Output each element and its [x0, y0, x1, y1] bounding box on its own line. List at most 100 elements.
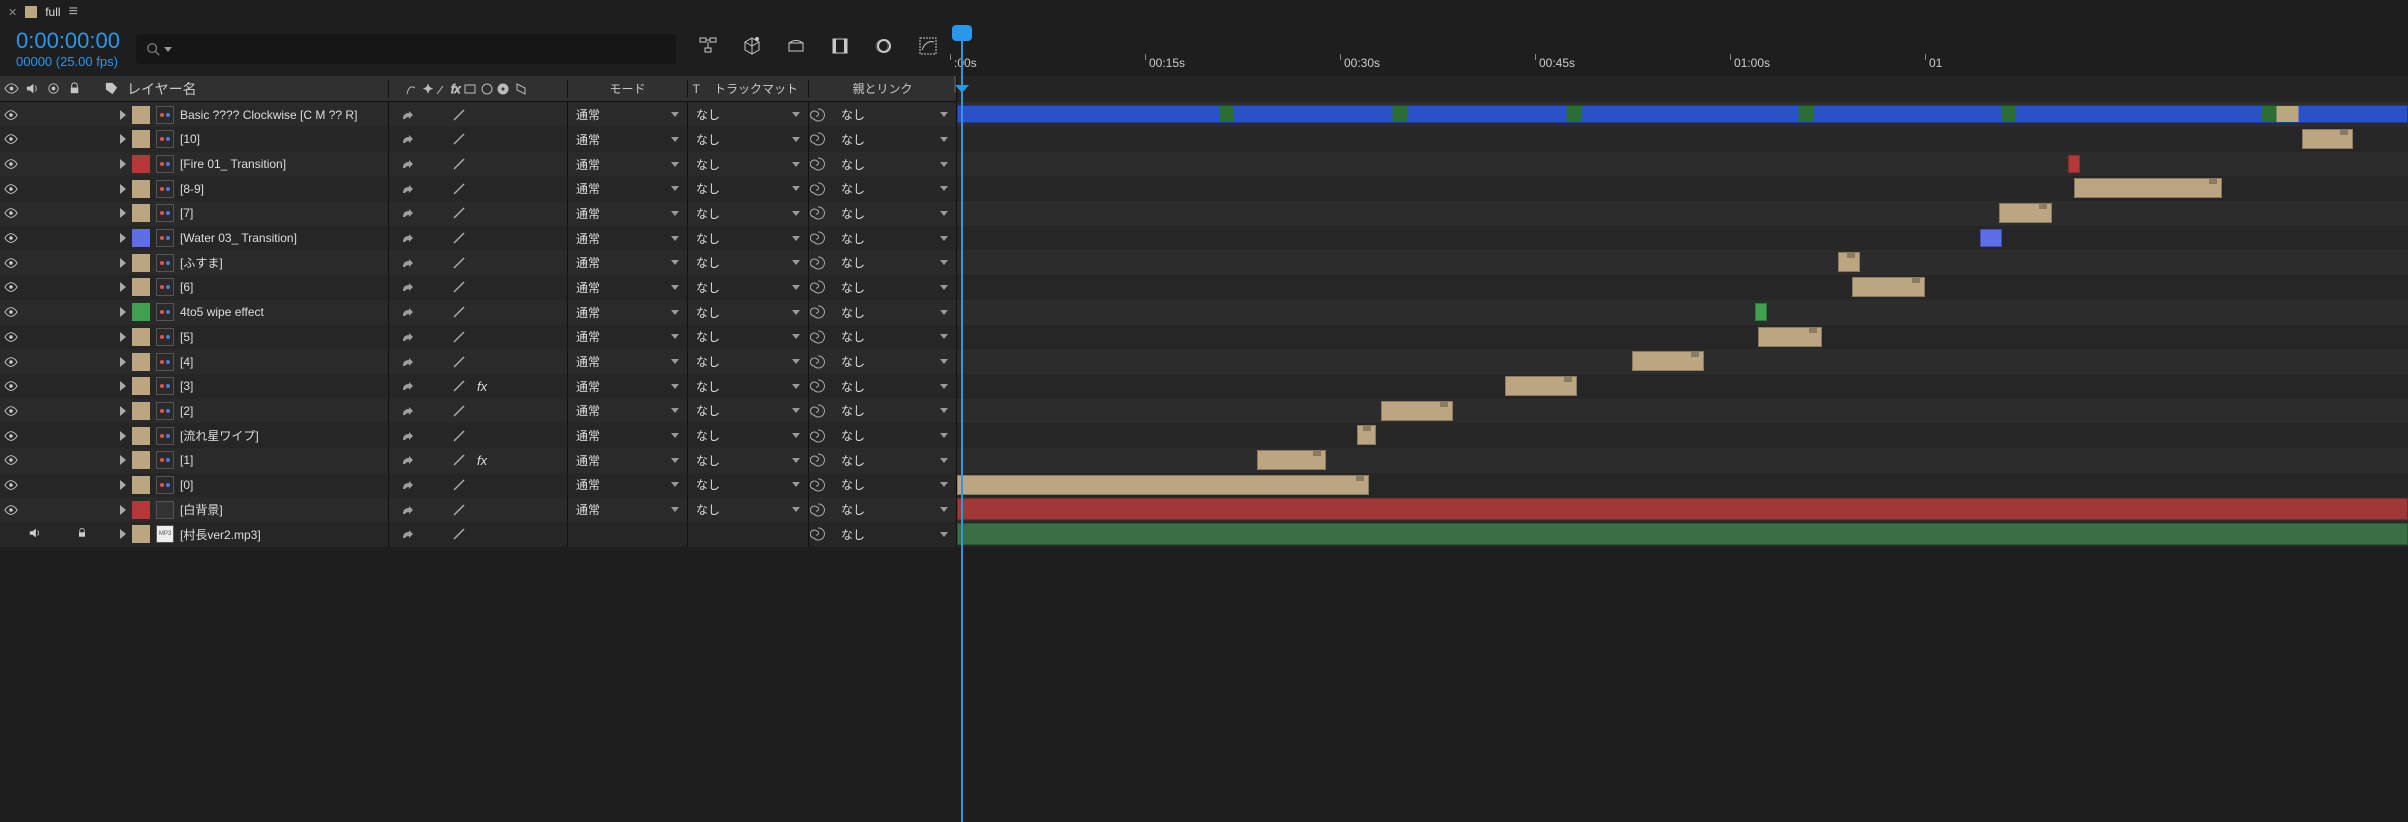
- track-matte-dropdown[interactable]: なし: [688, 449, 808, 471]
- pickwhip-icon[interactable]: [809, 180, 827, 198]
- track-matte-dropdown[interactable]: なし: [688, 301, 808, 323]
- pickwhip-icon[interactable]: [809, 451, 827, 469]
- eye-icon[interactable]: [4, 132, 18, 146]
- motion-blur-button[interactable]: [872, 34, 896, 58]
- quality-icon[interactable]: [451, 378, 467, 394]
- layer-name-text[interactable]: [7]: [180, 206, 193, 220]
- timeline-track[interactable]: [956, 127, 2408, 152]
- pickwhip-icon[interactable]: [809, 525, 827, 543]
- label-color-chip[interactable]: [132, 353, 150, 371]
- track-matte-dropdown[interactable]: なし: [688, 474, 808, 496]
- eye-icon[interactable]: [4, 429, 18, 443]
- track-matte-dropdown[interactable]: なし: [688, 227, 808, 249]
- current-timecode[interactable]: 0:00:00:00: [16, 28, 120, 54]
- track-matte-dropdown[interactable]: なし: [688, 252, 808, 274]
- parent-dropdown[interactable]: なし: [833, 252, 956, 274]
- twirl-icon[interactable]: [120, 134, 126, 144]
- graph-editor-button[interactable]: [916, 34, 940, 58]
- track-matte-dropdown[interactable]: なし: [688, 400, 808, 422]
- quality-icon[interactable]: [451, 205, 467, 221]
- layer-name-header[interactable]: レイヤー名: [127, 79, 197, 99]
- quality-icon[interactable]: [451, 526, 467, 542]
- label-color-chip[interactable]: [132, 180, 150, 198]
- quality-icon[interactable]: [451, 403, 467, 419]
- track-matte-dropdown[interactable]: なし: [688, 128, 808, 150]
- timeline-track[interactable]: [956, 176, 2408, 201]
- layer-name-text[interactable]: [白背景]: [180, 501, 223, 518]
- lock-icon[interactable]: [76, 527, 90, 541]
- t-column-header[interactable]: T: [693, 82, 700, 96]
- label-color-chip[interactable]: [132, 229, 150, 247]
- layer-name-text[interactable]: [4]: [180, 355, 193, 369]
- blend-mode-dropdown[interactable]: 通常: [568, 400, 687, 422]
- timeline-track[interactable]: [956, 275, 2408, 300]
- quality-icon[interactable]: [451, 156, 467, 172]
- layer-name-text[interactable]: [Fire 01_ Transition]: [180, 157, 286, 171]
- pickwhip-icon[interactable]: [809, 501, 827, 519]
- layer-row[interactable]: [3]fx通常なしなし: [0, 374, 2408, 399]
- pickwhip-icon[interactable]: [809, 427, 827, 445]
- eye-icon[interactable]: [4, 231, 18, 245]
- shy-icon[interactable]: [399, 354, 415, 370]
- layer-name-text[interactable]: [0]: [180, 478, 193, 492]
- blend-mode-dropdown[interactable]: 通常: [568, 104, 687, 126]
- blend-mode-dropdown[interactable]: 通常: [568, 202, 687, 224]
- eye-icon[interactable]: [4, 404, 18, 418]
- pickwhip-icon[interactable]: [809, 353, 827, 371]
- blend-mode-dropdown[interactable]: 通常: [568, 227, 687, 249]
- label-color-chip[interactable]: [132, 130, 150, 148]
- twirl-icon[interactable]: [120, 282, 126, 292]
- layer-row[interactable]: [0]通常なしなし: [0, 473, 2408, 498]
- pickwhip-icon[interactable]: [809, 402, 827, 420]
- shy-icon[interactable]: [399, 205, 415, 221]
- timeline-track[interactable]: [956, 349, 2408, 374]
- eye-icon[interactable]: [4, 478, 18, 492]
- twirl-icon[interactable]: [120, 431, 126, 441]
- track-matte-dropdown[interactable]: なし: [688, 178, 808, 200]
- layer-bar[interactable]: [2302, 129, 2353, 149]
- pickwhip-icon[interactable]: [809, 204, 827, 222]
- shy-icon[interactable]: [399, 452, 415, 468]
- parent-column-header[interactable]: 親とリンク: [852, 80, 912, 97]
- layer-bar[interactable]: [1381, 401, 1454, 421]
- parent-dropdown[interactable]: なし: [833, 276, 956, 298]
- twirl-icon[interactable]: [120, 258, 126, 268]
- quality-icon[interactable]: [451, 354, 467, 370]
- parent-dropdown[interactable]: なし: [833, 202, 956, 224]
- twirl-icon[interactable]: [120, 208, 126, 218]
- label-color-chip[interactable]: [132, 525, 150, 543]
- eye-icon[interactable]: [4, 182, 18, 196]
- eye-icon[interactable]: [4, 108, 18, 122]
- layer-row[interactable]: [7]通常なしなし: [0, 201, 2408, 226]
- twirl-icon[interactable]: [120, 480, 126, 490]
- twirl-icon[interactable]: [120, 307, 126, 317]
- layer-name-text[interactable]: [8-9]: [180, 182, 204, 196]
- pickwhip-icon[interactable]: [809, 278, 827, 296]
- label-color-chip[interactable]: [132, 377, 150, 395]
- blend-mode-dropdown[interactable]: 通常: [568, 252, 687, 274]
- shy-icon[interactable]: [399, 181, 415, 197]
- shy-icon[interactable]: [399, 428, 415, 444]
- pickwhip-icon[interactable]: [809, 229, 827, 247]
- layer-bar[interactable]: [1357, 425, 1376, 445]
- blend-mode-dropdown[interactable]: 通常: [568, 326, 687, 348]
- blend-mode-dropdown[interactable]: 通常: [568, 153, 687, 175]
- blend-mode-dropdown[interactable]: 通常: [568, 449, 687, 471]
- twirl-icon[interactable]: [120, 455, 126, 465]
- layer-name-text[interactable]: [ふすま]: [180, 254, 223, 271]
- parent-dropdown[interactable]: なし: [833, 104, 956, 126]
- frame-blend-button[interactable]: [828, 34, 852, 58]
- layer-name-text[interactable]: [2]: [180, 404, 193, 418]
- shy-icon[interactable]: [399, 378, 415, 394]
- pickwhip-icon[interactable]: [809, 106, 827, 124]
- shy-button[interactable]: [784, 34, 808, 58]
- layer-name-text[interactable]: Basic ???? Clockwise [C M ?? R]: [180, 108, 357, 122]
- shy-icon[interactable]: [399, 230, 415, 246]
- pickwhip-icon[interactable]: [809, 254, 827, 272]
- draft-3d-button[interactable]: [740, 34, 764, 58]
- shy-icon[interactable]: [399, 304, 415, 320]
- layer-bar[interactable]: [957, 523, 2408, 545]
- pickwhip-icon[interactable]: [809, 303, 827, 321]
- label-color-chip[interactable]: [132, 155, 150, 173]
- twirl-icon[interactable]: [120, 110, 126, 120]
